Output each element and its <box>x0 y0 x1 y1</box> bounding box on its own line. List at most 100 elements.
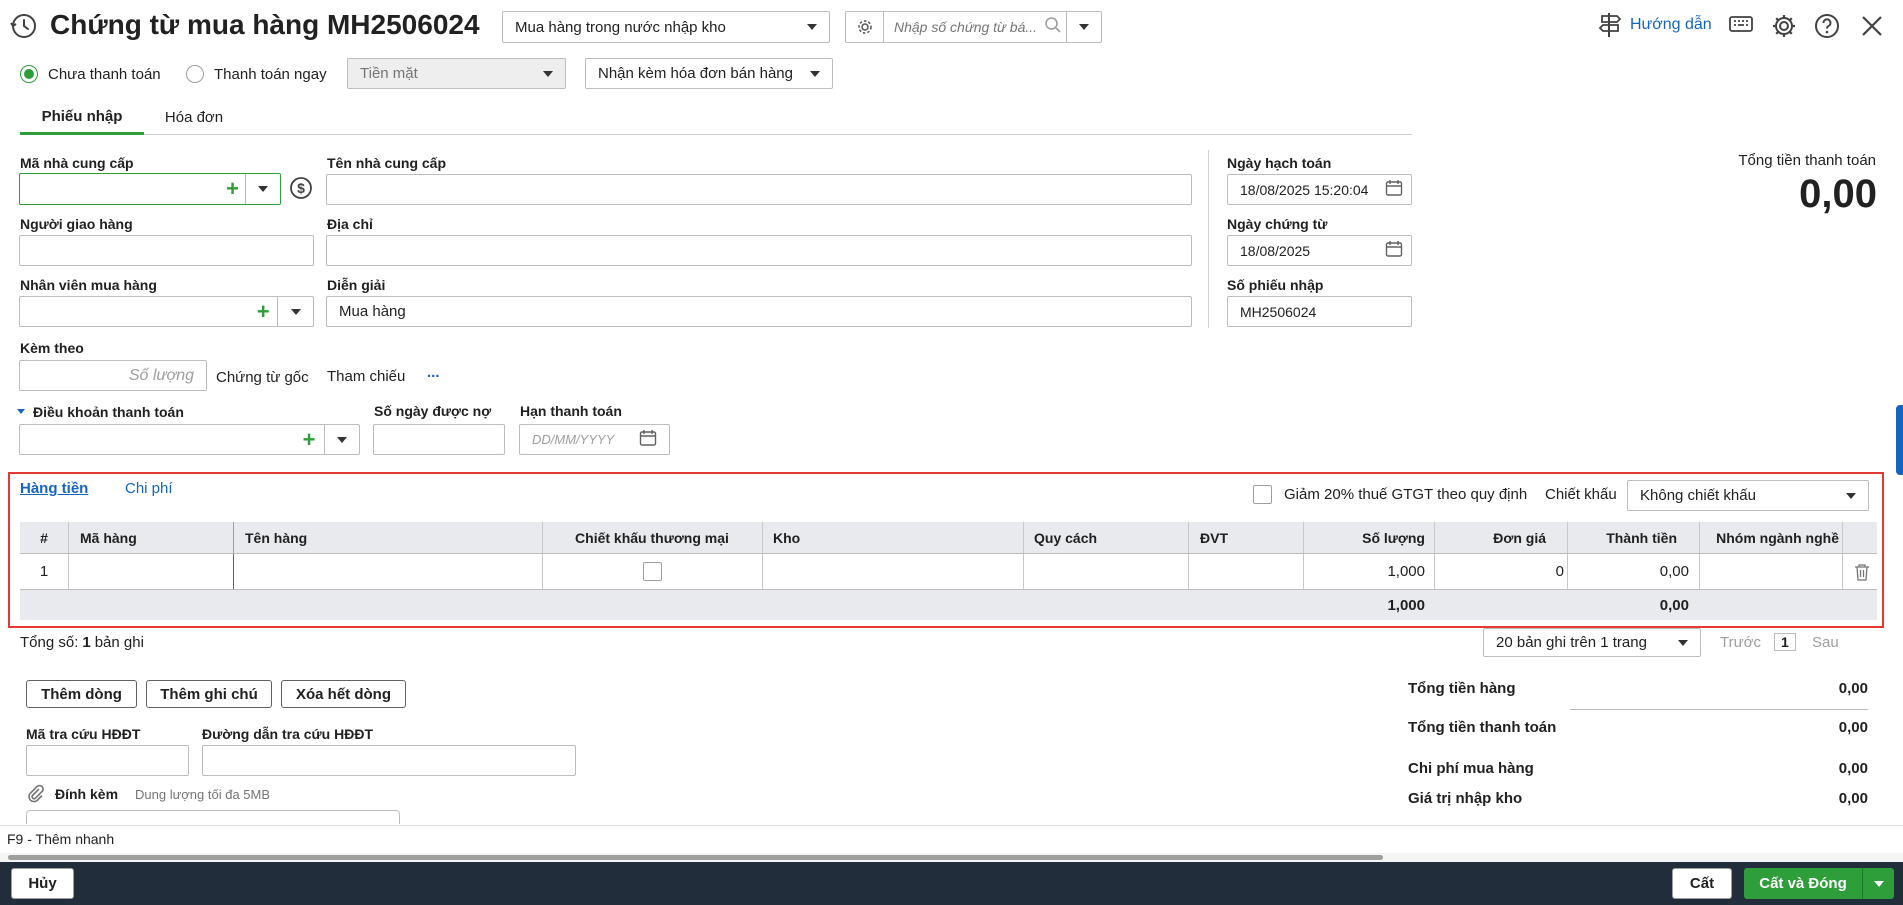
supplier-name-input[interactable] <box>326 174 1192 205</box>
credit-days-label: Số ngày được nợ <box>374 403 492 419</box>
row-qty-cell[interactable]: 1,000 <box>1303 554 1425 589</box>
doc-date-field[interactable]: 18/08/2025 <box>1227 235 1412 266</box>
address-input[interactable] <box>326 235 1192 266</box>
receipt-no-label: Số phiếu nhập <box>1227 277 1324 293</box>
voucher-type-select[interactable]: Mua hàng trong nước nhập kho <box>502 11 830 43</box>
col-header-price[interactable]: Đơn giá <box>1434 522 1546 553</box>
grid-tab-goods[interactable]: Hàng tiền <box>20 480 88 497</box>
attach-quantity-input[interactable]: Số lượng <box>19 360 207 391</box>
col-header-trade-discount[interactable]: Chiết khấu thương mại <box>542 522 762 553</box>
col-header-code[interactable]: Mã hàng <box>80 522 137 553</box>
due-date-field[interactable]: DD/MM/YYYY <box>519 424 670 455</box>
reference-more-link[interactable]: ... <box>427 364 440 381</box>
grid-tab-costs[interactable]: Chi phí <box>125 480 173 497</box>
buyer-field[interactable]: + <box>19 296 314 327</box>
col-header-industry[interactable]: Nhóm ngành nghề <box>1699 522 1839 553</box>
history-icon[interactable] <box>10 12 38 40</box>
row-trade-discount-cell[interactable] <box>542 554 762 589</box>
radio-unpaid[interactable]: Chưa thanh toán <box>20 65 161 83</box>
buyer-label: Nhân viên mua hàng <box>20 277 157 293</box>
chevron-down-icon <box>810 70 820 77</box>
receipt-no-input[interactable]: MH2506024 <box>1227 296 1412 327</box>
credit-days-input[interactable] <box>373 424 505 455</box>
add-icon[interactable]: + <box>249 300 277 323</box>
help-link[interactable]: Hướng dẫn <box>1598 12 1712 38</box>
row-warehouse-cell[interactable] <box>773 554 1013 589</box>
total-payment-label: Tổng tiền thanh toán <box>1738 152 1876 169</box>
add-row-button[interactable]: Thêm dòng <box>26 680 137 708</box>
side-tab-edge[interactable] <box>1896 405 1903 475</box>
add-icon[interactable]: + <box>294 428 323 451</box>
payment-terms-field[interactable]: + <box>19 424 360 455</box>
add-note-button[interactable]: Thêm ghi chú <box>146 680 272 708</box>
col-header-unit[interactable]: ĐVT <box>1200 522 1228 553</box>
delete-all-rows-button[interactable]: Xóa hết dòng <box>281 680 406 708</box>
vertical-divider <box>1208 150 1209 328</box>
supplier-name-label: Tên nhà cung cấp <box>327 155 447 171</box>
save-close-button[interactable]: Cất và Đóng <box>1744 868 1894 899</box>
table-row[interactable]: 1 1,000 0 0,00 <box>20 554 1877 590</box>
search-icon[interactable] <box>1044 16 1066 38</box>
lookup-url-input[interactable] <box>202 745 576 776</box>
close-icon[interactable] <box>1860 14 1884 42</box>
lookup-code-input[interactable] <box>26 745 189 776</box>
trash-icon[interactable] <box>1850 554 1874 589</box>
save-button[interactable]: Cất <box>1672 868 1732 899</box>
calendar-icon[interactable] <box>1385 179 1403 201</box>
calendar-icon[interactable] <box>639 429 657 450</box>
current-page[interactable]: 1 <box>1774 633 1796 651</box>
supplier-code-field[interactable]: + <box>19 173 281 205</box>
col-header-qty[interactable]: Số lượng <box>1303 522 1425 553</box>
voucher-search-input[interactable] <box>894 19 1044 35</box>
page-size-select[interactable]: 20 bản ghi trên 1 trang <box>1483 628 1701 657</box>
supplier-code-input[interactable] <box>30 180 220 198</box>
settings-gear-icon[interactable] <box>1771 13 1797 43</box>
buyer-dropdown[interactable] <box>277 297 313 326</box>
vat-reduction-checkbox[interactable]: Giảm 20% thuế GTGT theo quy định <box>1253 485 1527 504</box>
trade-discount-checkbox[interactable] <box>642 562 662 581</box>
add-icon[interactable]: + <box>220 178 245 200</box>
row-amount-cell[interactable]: 0,00 <box>1567 554 1689 589</box>
horizontal-scrollbar[interactable] <box>0 853 1903 862</box>
attachment-label: Đính kèm <box>55 786 119 802</box>
row-code-cell[interactable] <box>80 554 230 589</box>
radio-paid[interactable]: Thanh toán ngay <box>186 65 327 83</box>
supplier-dropdown[interactable] <box>245 174 280 204</box>
calendar-icon[interactable] <box>1385 240 1403 262</box>
gear-icon[interactable] <box>846 12 884 42</box>
col-header-spec[interactable]: Quy cách <box>1034 522 1097 553</box>
search-dropdown-button[interactable] <box>1066 12 1100 42</box>
posting-date-field[interactable]: 18/08/2025 15:20:04 <box>1227 174 1412 205</box>
row-industry-cell[interactable] <box>1710 554 1840 589</box>
invoice-option-select[interactable]: Nhận kèm hóa đơn bán hàng <box>585 58 833 89</box>
tab-receipt[interactable]: Phiếu nhập <box>20 100 144 135</box>
question-icon[interactable] <box>1814 13 1840 43</box>
scrollbar-thumb[interactable] <box>8 855 1383 860</box>
keyboard-icon[interactable] <box>1729 15 1753 39</box>
voucher-search-box[interactable] <box>845 11 1102 43</box>
cancel-button[interactable]: Hủy <box>11 868 74 899</box>
discount-select[interactable]: Không chiết khấu <box>1627 480 1869 511</box>
row-spec-cell[interactable] <box>1034 554 1184 589</box>
row-price-cell[interactable]: 0 <box>1434 554 1564 589</box>
payment-method-select[interactable]: Tiền mặt <box>347 58 566 89</box>
payment-terms-dropdown[interactable] <box>323 425 359 454</box>
prev-page-button[interactable]: Trước <box>1720 634 1761 651</box>
attachment-dropzone[interactable] <box>26 810 400 824</box>
row-unit-cell[interactable] <box>1200 554 1300 589</box>
tab-invoice[interactable]: Hóa đơn <box>144 100 244 135</box>
record-count-prefix: Tổng số: <box>20 634 79 651</box>
row-name-cell[interactable] <box>245 554 535 589</box>
dollar-icon[interactable]: $ <box>289 176 313 204</box>
page-size-value: 20 bản ghi trên 1 trang <box>1496 634 1647 651</box>
next-page-button[interactable]: Sau <box>1812 634 1839 651</box>
paperclip-icon[interactable] <box>26 784 46 808</box>
description-input[interactable]: Mua hàng <box>326 296 1192 327</box>
col-header-amount[interactable]: Thành tiền <box>1567 522 1677 553</box>
save-options-dropdown[interactable] <box>1862 868 1894 899</box>
col-header-warehouse[interactable]: Kho <box>773 522 800 553</box>
collapse-caret-icon[interactable] <box>17 409 25 414</box>
col-header-name[interactable]: Tên hàng <box>245 522 307 553</box>
payment-terms-label: Điều khoản thanh toán <box>33 404 184 420</box>
deliverer-input[interactable] <box>19 235 314 266</box>
